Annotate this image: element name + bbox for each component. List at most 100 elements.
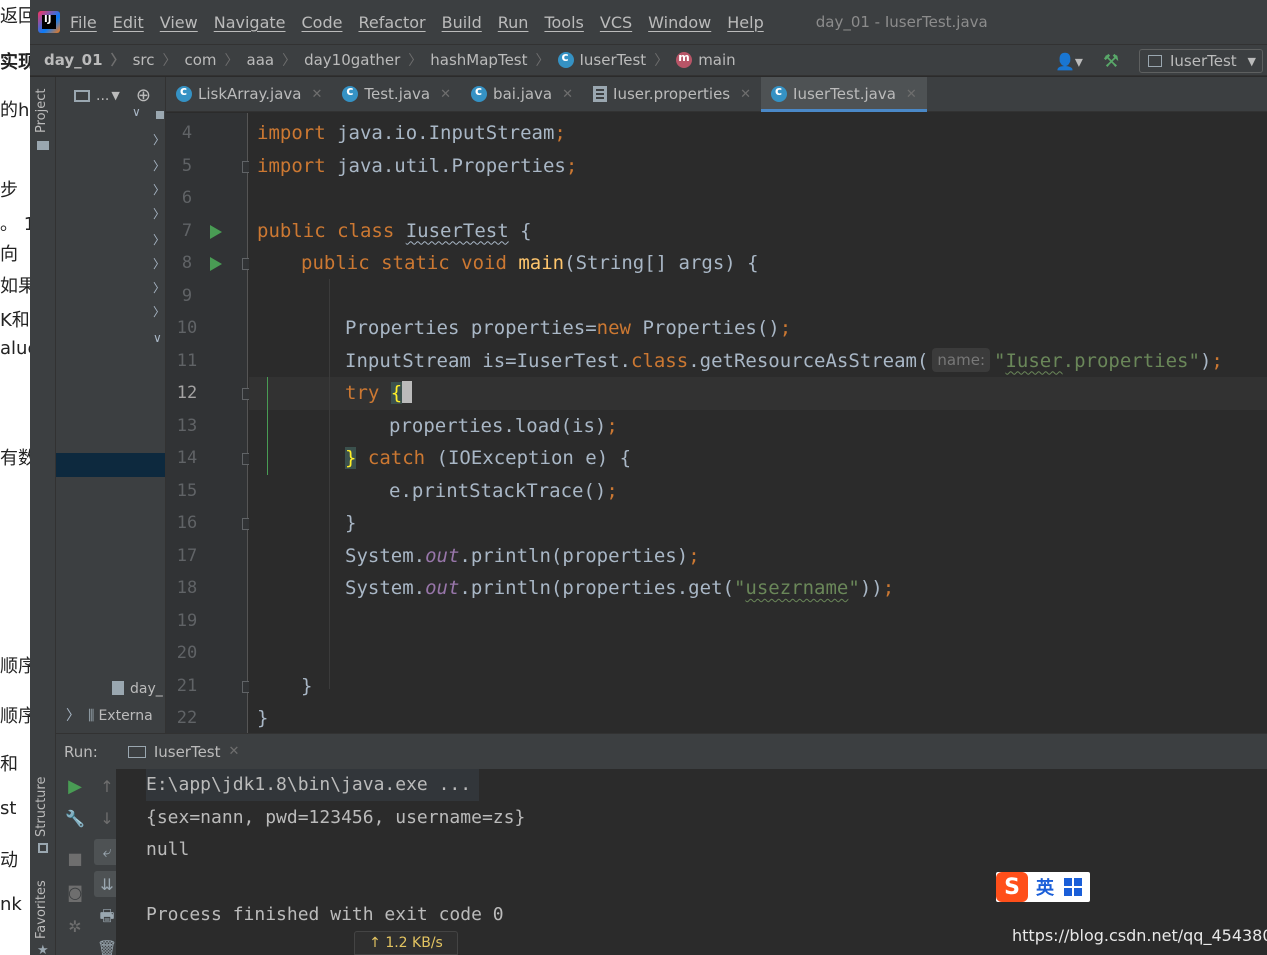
tab-iuser-properties[interactable]: Iuser.properties ✕ [583, 77, 761, 111]
run-tab-label: IuserTest [153, 742, 221, 761]
bg-text-line: 如果 [0, 276, 30, 297]
chevron-right-icon[interactable]: 〉 [153, 205, 165, 222]
gutter-line: 4 [166, 117, 248, 150]
bg-text-line: 的h [0, 100, 30, 121]
chevron-down-icon[interactable]: ∨ [153, 331, 162, 345]
close-icon[interactable]: ✕ [740, 87, 751, 102]
structure-tool-button[interactable]: Structure [34, 777, 49, 837]
menu-run[interactable]: Run [498, 13, 529, 32]
run-configuration-selector[interactable]: IuserTest ▼ [1139, 49, 1263, 73]
bg-text-line: st [0, 798, 17, 819]
crosshair-icon[interactable]: ⊕ [136, 85, 151, 106]
menu-help[interactable]: Help [727, 13, 763, 32]
run-class-icon[interactable] [210, 224, 222, 239]
chevron-right-icon[interactable]: 〉 [153, 181, 165, 198]
project-view-icon[interactable] [74, 89, 90, 102]
breadcrumb-day10gather[interactable]: day10gather 〉 [304, 50, 430, 70]
bg-text-line: 返回ヨ [0, 6, 30, 27]
project-view-dropdown[interactable]: ... [96, 88, 109, 104]
tab-label: Iuser.properties [613, 85, 731, 103]
close-icon[interactable]: ✕ [562, 87, 573, 102]
code-line-11: InputStream is=IuserTest.class.getResour… [345, 347, 1223, 372]
breadcrumb-class[interactable]: IuserTest 〉 [557, 50, 677, 70]
stop-icon[interactable]: ■ [62, 845, 88, 871]
breadcrumb-label: IuserTest [579, 51, 647, 69]
code-line-22: } [257, 707, 269, 729]
run-config-label: IuserTest [1170, 52, 1237, 70]
breadcrumb-com[interactable]: com 〉 [184, 50, 246, 70]
tab-label: bai.java [493, 85, 553, 103]
selected-tree-row[interactable] [56, 453, 165, 477]
input-method-toolbar[interactable]: S 英 [996, 872, 1090, 902]
run-config-icon [1148, 55, 1162, 67]
menu-navigate[interactable]: Navigate [214, 13, 286, 32]
menu-edit[interactable]: Edit [113, 13, 144, 32]
close-icon[interactable]: ✕ [229, 744, 240, 759]
tab-label: IuserTest.java [793, 85, 896, 103]
module-file-icon [112, 681, 124, 695]
dropdown-arrow-icon: ▼ [111, 89, 120, 102]
chevron-right-icon[interactable]: 〉 [153, 303, 165, 320]
menu-view[interactable]: View [160, 13, 198, 32]
tab-bai[interactable]: bai.java ✕ [461, 77, 583, 111]
menu-code[interactable]: Code [302, 13, 343, 32]
run-main-icon[interactable] [210, 257, 222, 271]
build-hammer-icon[interactable]: ⚒ [1103, 51, 1129, 72]
line-number: 20 [176, 643, 198, 663]
breadcrumb-label: day10gather [304, 51, 401, 69]
breadcrumb-method[interactable]: main [676, 51, 736, 69]
tab-liskarray[interactable]: LiskArray.java ✕ [166, 77, 332, 111]
menu-vcs[interactable]: VCS [600, 13, 632, 32]
wrench-icon[interactable]: 🔧 [62, 805, 88, 831]
tree-item-external-libraries[interactable]: 〉 ⫼ Externa [66, 705, 153, 725]
star-icon: ★ [37, 943, 49, 955]
console-line: Process finished with exit code 0 [146, 904, 504, 925]
rerun-icon[interactable]: ▶ [62, 773, 88, 799]
breadcrumb-aaa[interactable]: aaa 〉 [247, 50, 305, 70]
tab-iusertest[interactable]: IuserTest.java ✕ [761, 77, 927, 112]
menu-tools[interactable]: Tools [544, 13, 583, 32]
breadcrumb-hashmaptest[interactable]: hashMapTest 〉 [430, 50, 557, 70]
project-tool-button[interactable]: Project [34, 89, 49, 133]
bg-text-line: alue [0, 338, 30, 359]
chevron-right-icon[interactable]: 〉 [153, 255, 165, 272]
tab-test[interactable]: Test.java ✕ [332, 77, 461, 111]
chevron-right-icon[interactable]: 〉 [153, 279, 165, 296]
ide-window: IJ File Edit View Navigate Code Refactor… [30, 0, 1267, 955]
code-line-4: import java.io.InputStream; [257, 122, 566, 144]
close-icon[interactable]: ✕ [906, 87, 917, 102]
chevron-down-icon[interactable]: ∨ [132, 105, 141, 119]
chevron-right-icon[interactable]: 〉 [153, 131, 165, 148]
ime-menu-icon[interactable] [1064, 878, 1082, 896]
ime-language-toggle[interactable]: 英 [1036, 874, 1054, 900]
code-line-12: try { [345, 377, 413, 410]
close-icon[interactable]: ✕ [311, 87, 322, 102]
project-panel: ... ▼ ⊕ ∨ 〉 〉 〉 〉 〉 〉 〉 〉 ∨ day_ 〉 ⫼ Exter… [56, 77, 166, 733]
menu-refactor[interactable]: Refactor [358, 13, 425, 32]
run-tab-iusertest[interactable]: IuserTest ✕ [120, 734, 248, 770]
chevron-right-icon[interactable]: 〉 [153, 157, 165, 174]
gutter-line: 9 [166, 280, 248, 313]
breadcrumb-project[interactable]: day_01 〉 [44, 50, 133, 70]
tree-item-day-module[interactable]: day_ [112, 681, 163, 697]
code-editor[interactable]: import java.io.InputStream; import java.… [249, 113, 1267, 733]
favorites-tool-button[interactable]: Favorites [34, 880, 49, 939]
close-icon[interactable]: ✕ [440, 87, 451, 102]
bg-text-line: 实现 [0, 52, 30, 73]
breadcrumb-label: src [132, 51, 155, 69]
bg-text-line: 有数 [0, 448, 30, 469]
breadcrumb-label: main [698, 51, 736, 69]
settings-gear-icon[interactable]: ✲ [62, 913, 88, 939]
line-number: 17 [176, 545, 198, 566]
gutter-line: 6 [166, 182, 248, 215]
menu-build[interactable]: Build [442, 13, 482, 32]
gutter-line: 15 [166, 475, 248, 508]
menu-file[interactable]: File [70, 13, 97, 32]
gutter-line: 7 [166, 215, 248, 248]
breadcrumb-src[interactable]: src 〉 [133, 50, 185, 70]
camera-icon[interactable]: ◙ [62, 879, 88, 905]
run-tool-window-header: Run: IuserTest ✕ [56, 733, 1267, 769]
chevron-right-icon[interactable]: 〉 [153, 231, 165, 248]
menu-window[interactable]: Window [648, 13, 711, 32]
user-account-icon[interactable]: 👤▾ [1055, 52, 1089, 71]
